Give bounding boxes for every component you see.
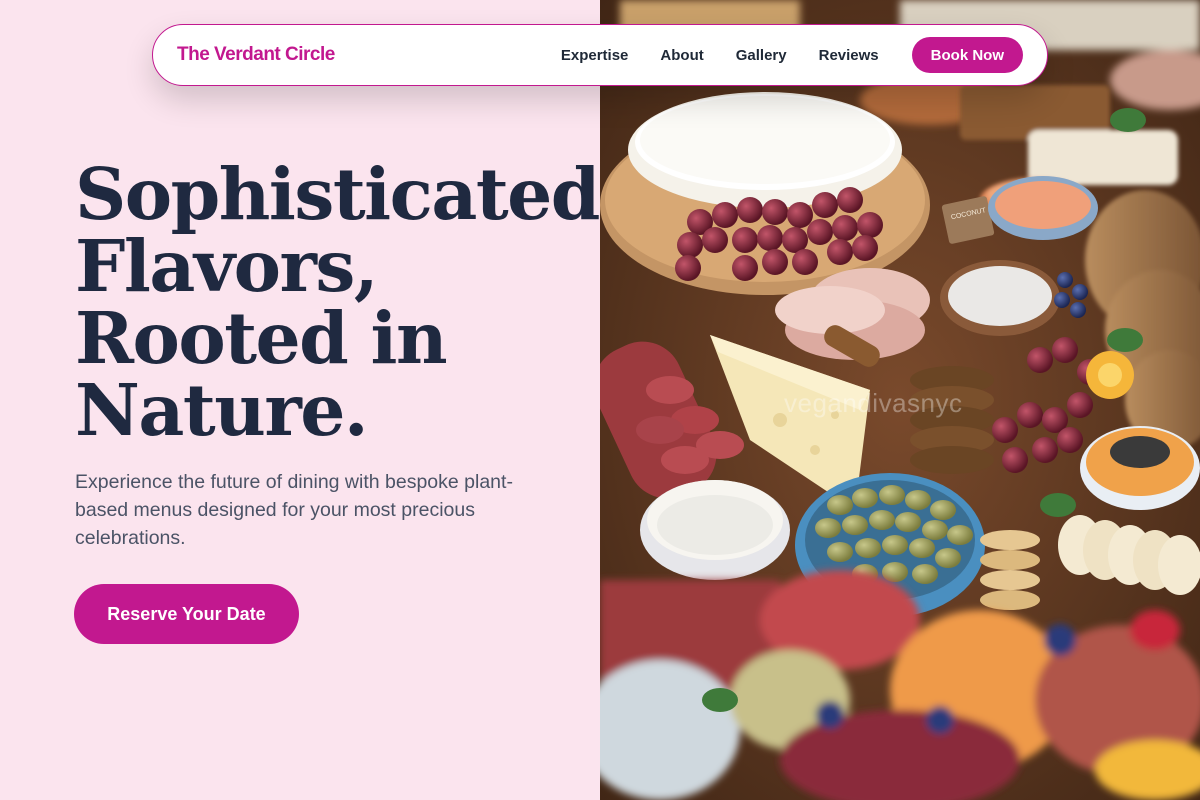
- nav-link-expertise[interactable]: Expertise: [561, 47, 629, 64]
- top-navigation: The Verdant Circle Expertise About Galle…: [152, 24, 1048, 86]
- headline-line: Nature.: [75, 368, 369, 452]
- hero-subtitle: Experience the future of dining with bes…: [75, 471, 513, 549]
- nav-link-about[interactable]: About: [660, 47, 703, 64]
- book-now-button[interactable]: Book Now: [911, 37, 1023, 73]
- nav-link-reviews[interactable]: Reviews: [819, 47, 879, 64]
- reserve-date-button[interactable]: Reserve Your Date: [74, 584, 299, 644]
- nav-links: Expertise About Gallery Reviews Book Now: [561, 37, 1023, 73]
- nav-link-gallery[interactable]: Gallery: [736, 47, 787, 64]
- hero-text-panel: Sophisticated Flavors, Rooted in Nature.…: [0, 0, 600, 800]
- image-watermark: vegandivasnyc: [784, 388, 963, 418]
- hero-image-charcuterie: COCONUT ... vegandivasnyc: [600, 0, 1200, 800]
- brand-logo[interactable]: The Verdant Circle: [177, 44, 335, 66]
- hero-headline: Sophisticated Flavors, Rooted in Nature.: [75, 158, 600, 446]
